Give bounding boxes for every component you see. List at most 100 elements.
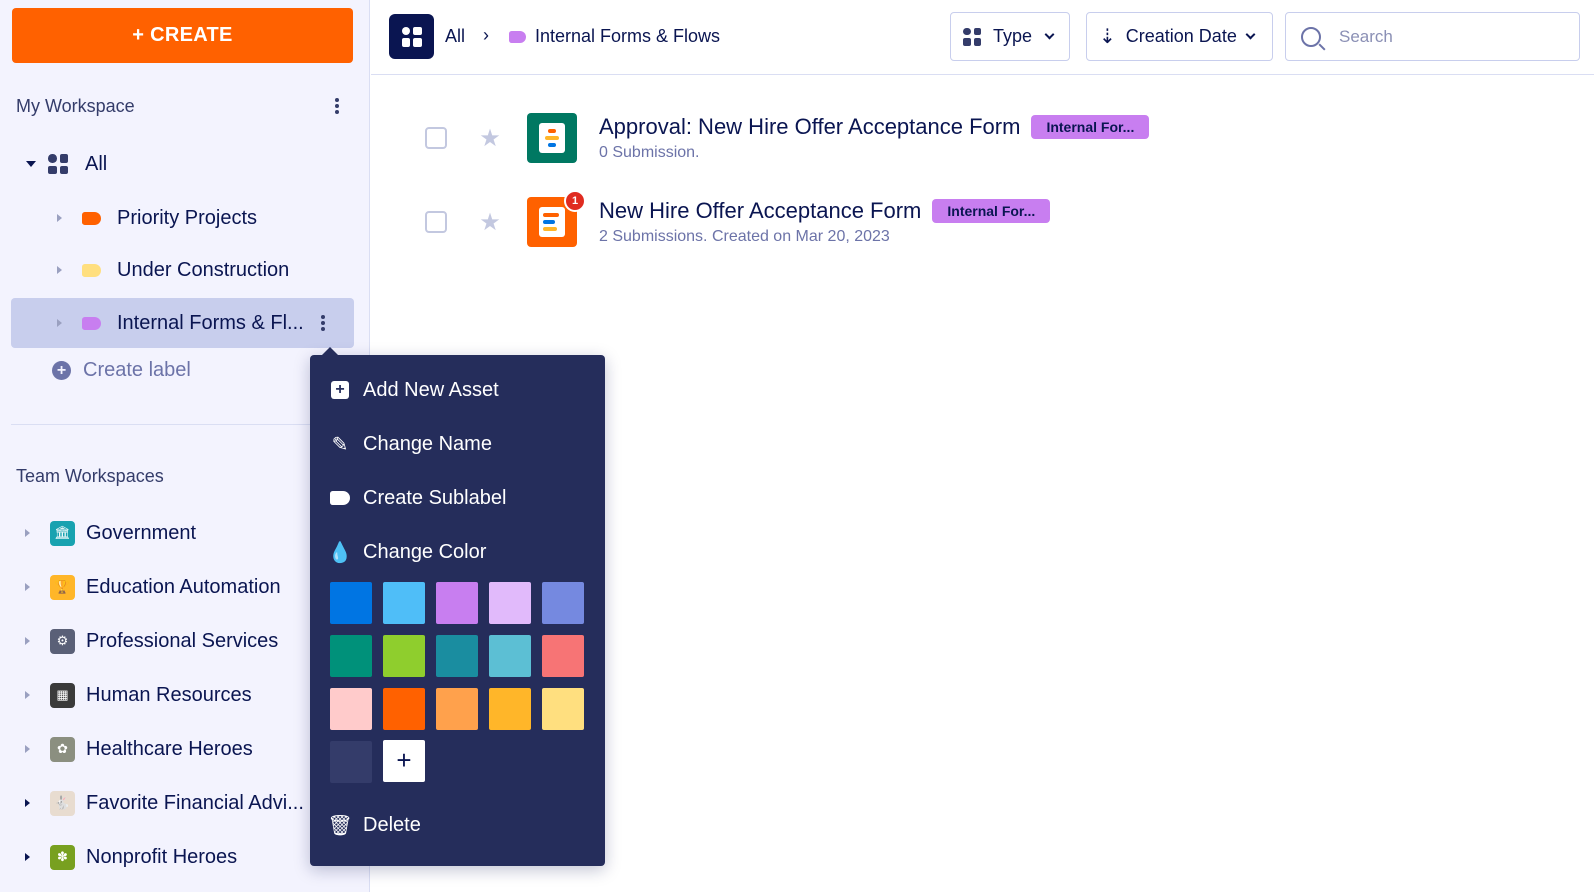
form-row[interactable]: ★ Approval: New Hire Offer Acceptance Fo… (425, 108, 1150, 168)
menu-item-label: Delete (363, 813, 421, 836)
team-item-label: Nonprofit Heroes (86, 845, 238, 868)
type-grid-icon (963, 27, 981, 46)
caret-right-icon[interactable] (25, 853, 30, 861)
workspace-more-icon[interactable] (328, 95, 346, 117)
caret-right-icon[interactable] (25, 637, 30, 645)
color-swatch[interactable] (542, 635, 584, 677)
caret-right-icon[interactable] (57, 266, 62, 274)
menu-item-label: Change Color (363, 540, 487, 563)
color-swatch[interactable] (330, 635, 372, 677)
label-more-icon[interactable] (314, 312, 332, 334)
menu-item-change-name[interactable]: ✎ Change Name (330, 429, 492, 459)
team-item-human-resources[interactable]: ▦ Human Resources (25, 680, 252, 710)
team-item-healthcare-heroes[interactable]: ✿ Healthcare Heroes (25, 734, 253, 764)
team-item-government[interactable]: 🏛 Government (25, 518, 196, 548)
search-box[interactable] (1285, 12, 1580, 61)
star-icon[interactable]: ★ (477, 208, 503, 237)
sidebar-item-label: All (85, 152, 108, 175)
color-swatch[interactable] (436, 635, 478, 677)
professional-services-avatar-icon: ⚙ (50, 628, 75, 654)
form-title[interactable]: New Hire Offer Acceptance Form (599, 198, 921, 224)
team-item-label: Government (86, 521, 197, 544)
sidebar-item-priority-projects[interactable]: Priority Projects (11, 193, 354, 243)
caret-right-icon[interactable] (25, 583, 30, 591)
form-document-icon: 1 (527, 190, 586, 247)
sidebar-item-under-construction[interactable]: Under Construction (11, 245, 354, 295)
sort-button[interactable]: ⇣ Creation Date (1086, 12, 1273, 61)
color-swatch[interactable] (383, 582, 425, 624)
caret-right-icon[interactable] (57, 319, 62, 327)
chevron-down-icon (1245, 29, 1256, 40)
form-title[interactable]: Approval: New Hire Offer Acceptance Form (599, 114, 1020, 140)
label-tag-icon (509, 30, 526, 43)
menu-item-add-new-asset[interactable]: + Add New Asset (330, 375, 499, 405)
plus-square-icon: + (330, 380, 350, 400)
education-avatar-icon: 🏆 (50, 574, 75, 600)
star-icon[interactable]: ★ (477, 124, 503, 153)
sort-icon: ⇣ (1099, 26, 1116, 48)
caret-right-icon[interactable] (25, 691, 30, 699)
sidebar-item-label: Priority Projects (117, 206, 258, 229)
search-input[interactable] (1339, 26, 1559, 47)
team-item-education[interactable]: 🏆 Education Automation (25, 572, 281, 602)
my-workspace-title: My Workspace (16, 95, 135, 116)
menu-item-label: Create Sublabel (363, 486, 507, 509)
form-checkbox[interactable] (425, 211, 447, 233)
label-tag-icon (82, 316, 101, 330)
label-context-menu: + Add New Asset ✎ Change Name Create Sub… (310, 347, 605, 866)
caret-right-icon[interactable] (25, 529, 30, 537)
team-item-financial-advisors[interactable]: 🐇 Favorite Financial Advi... (25, 788, 304, 818)
color-swatch[interactable] (436, 582, 478, 624)
caret-right-icon[interactable] (57, 214, 62, 222)
plus-circle-icon: + (52, 360, 71, 380)
team-item-nonprofit-heroes[interactable]: ✽ Nonprofit Heroes (25, 842, 237, 872)
approval-flow-icon (527, 113, 577, 163)
sidebar-item-internal-forms[interactable]: Internal Forms & Fl... (11, 298, 354, 348)
color-swatch[interactable] (489, 635, 531, 677)
sidebar-item-label: Under Construction (117, 258, 290, 281)
caret-right-icon[interactable] (25, 799, 30, 807)
color-swatch[interactable] (383, 635, 425, 677)
label-tag-icon (82, 263, 101, 277)
color-swatch[interactable] (330, 741, 372, 783)
form-checkbox[interactable] (425, 127, 447, 149)
color-swatch[interactable] (330, 688, 372, 730)
team-item-professional-services[interactable]: ⚙ Professional Services (25, 626, 278, 656)
notification-badge: 1 (564, 190, 586, 212)
team-item-label: Favorite Financial Advi... (86, 791, 304, 814)
color-swatch[interactable] (542, 582, 584, 624)
create-label-button[interactable]: + Create label (52, 357, 191, 383)
add-color-button[interactable]: + (383, 740, 425, 782)
type-filter-button[interactable]: Type (950, 12, 1070, 61)
color-swatch[interactable] (383, 688, 425, 730)
breadcrumb-all[interactable]: All (445, 26, 465, 47)
droplet-icon: 💧 (327, 541, 353, 564)
color-swatch[interactable] (436, 688, 478, 730)
menu-item-create-sublabel[interactable]: Create Sublabel (330, 483, 506, 513)
breadcrumb-current: Internal Forms & Flows (509, 26, 720, 47)
form-row[interactable]: ★ 1 New Hire Offer Acceptance Form Inter… (425, 190, 1051, 252)
create-button[interactable]: + CREATE (12, 8, 353, 63)
grid-icon (401, 26, 422, 47)
color-swatch[interactable] (542, 688, 584, 730)
menu-item-label: Change Name (363, 432, 492, 455)
color-swatch[interactable] (330, 582, 372, 624)
trash-icon: 🗑 (327, 814, 353, 837)
menu-item-delete[interactable]: 🗑 Delete (327, 810, 421, 840)
tag-icon (330, 488, 350, 508)
create-label-text: Create label (83, 358, 191, 381)
menu-item-change-color[interactable]: 💧 Change Color (327, 537, 487, 567)
all-assets-icon (48, 154, 68, 174)
breadcrumb-current-label: Internal Forms & Flows (535, 26, 721, 46)
sidebar-item-label: Internal Forms & Fl... (117, 311, 304, 334)
caret-down-icon[interactable] (26, 161, 36, 167)
color-swatch[interactable] (489, 688, 531, 730)
team-item-label: Professional Services (86, 629, 279, 652)
caret-right-icon[interactable] (25, 745, 30, 753)
menu-item-label: Add New Asset (363, 378, 499, 401)
sidebar-item-all[interactable]: All (11, 139, 354, 189)
nonprofit-avatar-icon: ✽ (50, 844, 75, 870)
search-icon (1301, 26, 1321, 47)
all-assets-button[interactable] (389, 14, 434, 59)
color-swatch[interactable] (489, 582, 531, 624)
